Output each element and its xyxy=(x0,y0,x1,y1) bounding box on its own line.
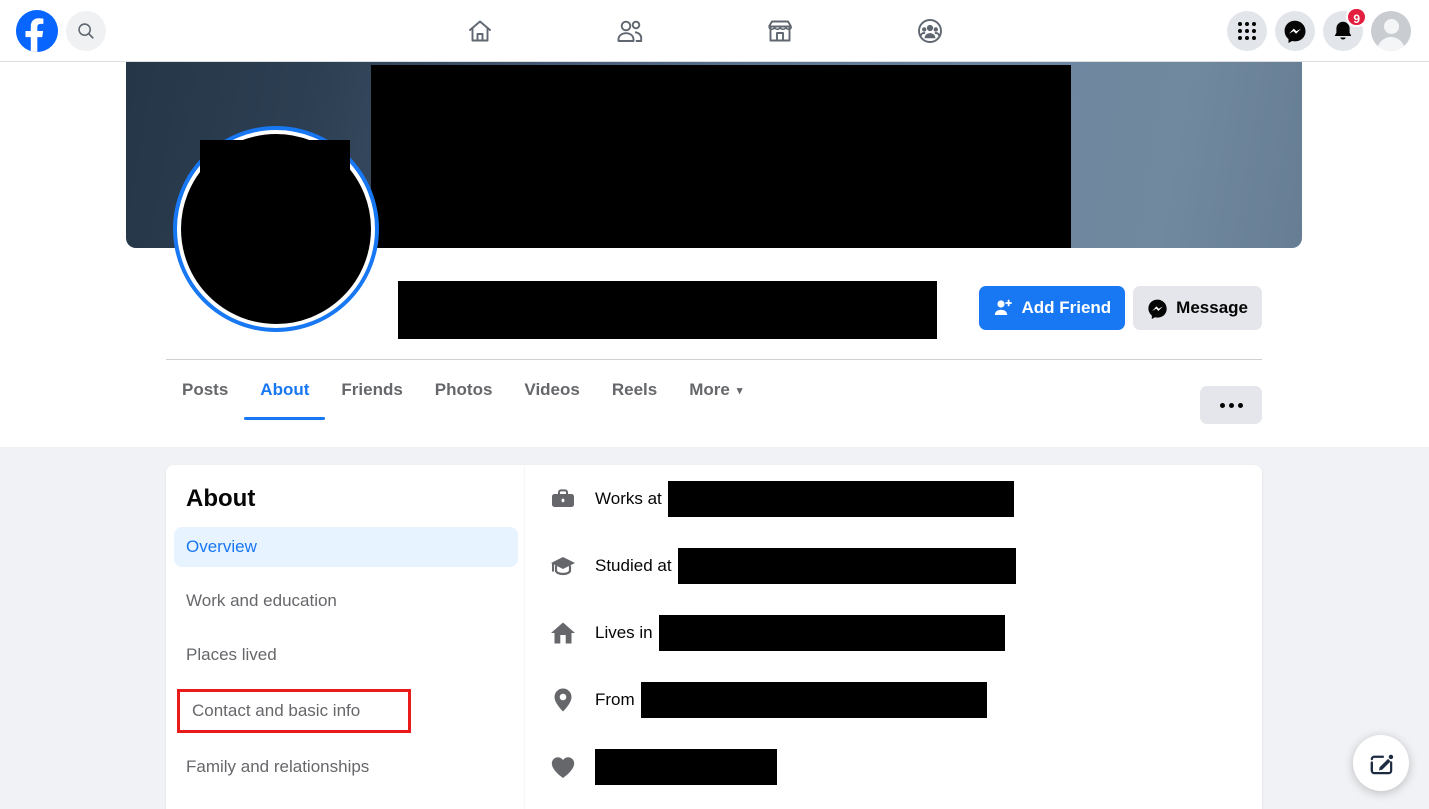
facebook-logo-icon[interactable] xyxy=(16,10,58,52)
tab-about[interactable]: About xyxy=(244,360,325,420)
nav-groups[interactable] xyxy=(880,3,979,59)
add-friend-label: Add Friend xyxy=(1021,298,1111,318)
briefcase-icon xyxy=(545,481,581,517)
profile-name-redaction xyxy=(398,281,937,339)
profile-action-buttons: Add Friend Message xyxy=(979,286,1262,330)
info-label-from: From xyxy=(595,690,635,710)
profile-tabs: Posts About Friends Photos Videos Reels … xyxy=(166,360,758,420)
info-value-redaction-from xyxy=(641,682,987,718)
message-label: Message xyxy=(1176,298,1248,318)
sidebar-item-label: Overview xyxy=(186,537,257,557)
friends-icon xyxy=(615,17,645,45)
info-row-studied-at: Studied at xyxy=(525,532,1262,599)
about-heading: About xyxy=(166,465,526,513)
compose-icon xyxy=(1368,750,1395,777)
sidebar-item-label: Places lived xyxy=(186,645,277,665)
messenger-icon xyxy=(1283,19,1307,43)
sidebar-item-places-lived[interactable]: Places lived xyxy=(174,635,518,675)
person-add-icon xyxy=(993,298,1013,318)
avatar-icon xyxy=(1384,19,1399,34)
top-navigation-bar: 9 xyxy=(0,0,1429,62)
header-left-group xyxy=(0,10,106,52)
sidebar-item-label: Contact and basic info xyxy=(192,701,360,721)
tab-friends[interactable]: Friends xyxy=(325,360,418,420)
profile-header-card: Add Friend Message Posts About Friends P… xyxy=(0,62,1429,447)
message-button[interactable]: Message xyxy=(1133,286,1262,330)
create-post-fab[interactable] xyxy=(1353,735,1409,791)
info-value-redaction-relationship xyxy=(595,749,777,785)
info-row-works-at: Works at xyxy=(525,465,1262,532)
info-row-from: From xyxy=(525,666,1262,733)
about-overview-card: Works at Studied at Lives in xyxy=(525,465,1262,809)
tab-more[interactable]: More ▾ xyxy=(673,360,758,420)
sidebar-item-label: Family and relationships xyxy=(186,757,369,777)
notification-badge: 9 xyxy=(1346,7,1367,27)
notifications-button[interactable]: 9 xyxy=(1323,11,1363,51)
info-label-works-at: Works at xyxy=(595,489,662,509)
header-nav-group xyxy=(430,0,979,62)
tab-posts[interactable]: Posts xyxy=(166,360,244,420)
profile-picture-redaction xyxy=(200,140,350,268)
tab-videos[interactable]: Videos xyxy=(508,360,595,420)
sidebar-item-overview[interactable]: Overview xyxy=(174,527,518,567)
grid-menu-icon xyxy=(1238,22,1256,40)
groups-icon xyxy=(916,17,944,45)
add-friend-button[interactable]: Add Friend xyxy=(979,286,1125,330)
account-avatar[interactable] xyxy=(1371,11,1411,51)
sidebar-item-contact-and-basic-info[interactable]: Contact and basic info xyxy=(177,689,411,733)
profile-more-options-button[interactable] xyxy=(1200,386,1262,424)
nav-home[interactable] xyxy=(430,3,529,59)
home-icon xyxy=(466,17,494,45)
cover-photo-redaction xyxy=(371,65,1071,248)
about-sidebar-card: About Overview Work and education Places… xyxy=(166,465,526,809)
sidebar-item-work-and-education[interactable]: Work and education xyxy=(174,581,518,621)
menu-button[interactable] xyxy=(1227,11,1267,51)
chevron-down-icon: ▾ xyxy=(737,384,743,397)
location-pin-icon xyxy=(545,682,581,718)
info-row-lives-in: Lives in xyxy=(525,599,1262,666)
graduation-cap-icon xyxy=(545,548,581,584)
nav-friends[interactable] xyxy=(580,3,679,59)
about-menu-list: Overview Work and education Places lived… xyxy=(166,527,526,787)
marketplace-icon xyxy=(766,17,794,45)
info-label-lives-in: Lives in xyxy=(595,623,653,643)
info-value-redaction-lives-in xyxy=(659,615,1005,651)
messenger-button[interactable] xyxy=(1275,11,1315,51)
search-button[interactable] xyxy=(66,11,106,51)
messenger-icon xyxy=(1147,298,1168,319)
tab-photos[interactable]: Photos xyxy=(419,360,509,420)
header-right-group: 9 xyxy=(1227,0,1411,62)
ellipsis-icon xyxy=(1220,403,1225,408)
sidebar-item-family-and-relationships[interactable]: Family and relationships xyxy=(174,747,518,787)
info-label-studied-at: Studied at xyxy=(595,556,672,576)
tab-reels[interactable]: Reels xyxy=(596,360,673,420)
info-value-redaction-works-at xyxy=(668,481,1014,517)
info-value-redaction-studied-at xyxy=(678,548,1016,584)
sidebar-item-label: Work and education xyxy=(186,591,337,611)
info-row-relationship xyxy=(525,733,1262,800)
search-icon xyxy=(77,22,95,40)
heart-icon xyxy=(545,749,581,785)
house-icon xyxy=(545,615,581,651)
nav-marketplace[interactable] xyxy=(730,3,829,59)
